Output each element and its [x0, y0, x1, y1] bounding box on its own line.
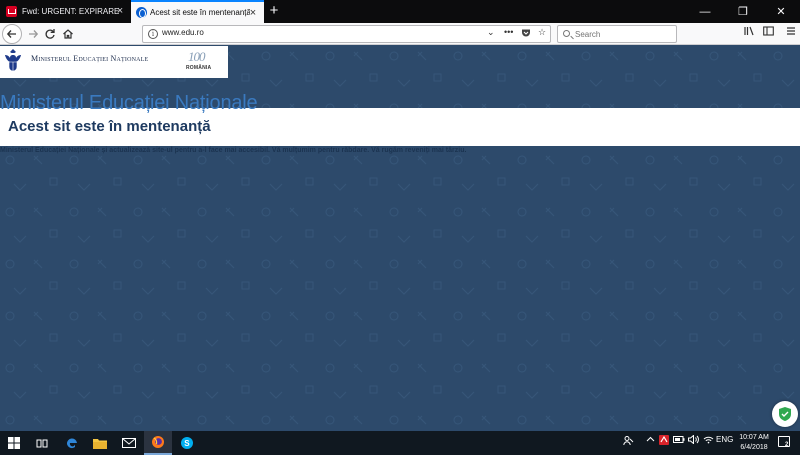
chevron-up-icon[interactable]	[646, 435, 655, 446]
antivirus-icon[interactable]	[659, 435, 669, 447]
arrow-right-icon	[29, 30, 39, 38]
info-icon[interactable]: i	[148, 29, 158, 39]
skype-icon: S	[181, 437, 193, 449]
folder-icon	[93, 438, 107, 449]
tab-strip: Fwd: URGENT: EXPIRARE PERIC × Acest sit …	[0, 0, 800, 23]
volume-icon[interactable]	[688, 434, 699, 446]
pocket-icon[interactable]	[521, 28, 531, 40]
shield-icon	[779, 407, 791, 421]
edge-browser-button[interactable]	[57, 431, 85, 455]
reload-icon	[45, 29, 55, 39]
arrow-left-icon	[6, 30, 16, 38]
ministry-logo-text: Ministerul Educației Naționale	[31, 54, 149, 63]
window-controls: — ❐ ✕	[686, 0, 800, 23]
sidebar-icon[interactable]	[763, 26, 774, 39]
envelope-icon	[122, 438, 136, 448]
file-explorer-button[interactable]	[86, 431, 114, 455]
bookmark-star-icon[interactable]: ☆	[538, 27, 546, 38]
skype-button[interactable]: S	[173, 431, 201, 455]
tab-email-close-icon[interactable]: ×	[114, 5, 126, 17]
reload-button[interactable]	[40, 24, 60, 44]
romania-crest-icon	[5, 49, 21, 72]
windows-taskbar: S ENG 10:07 AM 6/4/2018 2	[0, 431, 800, 455]
restore-button[interactable]: ❐	[724, 0, 762, 23]
edge-icon	[66, 437, 77, 448]
svg-text:S: S	[184, 439, 190, 448]
hamburger-menu-icon[interactable]	[786, 26, 796, 39]
tab-email[interactable]: Fwd: URGENT: EXPIRARE PERIC ×	[0, 0, 131, 23]
security-shield-button[interactable]	[772, 401, 798, 427]
centenar-number: 100	[188, 49, 205, 64]
clock-time: 10:07 AM	[739, 434, 769, 441]
page-actions-icon[interactable]: •••	[504, 27, 513, 37]
search-input[interactable]	[575, 28, 670, 40]
battery-icon[interactable]	[673, 435, 685, 446]
search-icon	[563, 30, 570, 37]
back-button[interactable]	[2, 24, 22, 44]
notification-count: 2	[785, 442, 789, 448]
mail-icon	[6, 6, 17, 17]
url-text[interactable]: www.edu.ro	[162, 28, 204, 37]
clock-date: 6/4/2018	[740, 444, 768, 451]
language-indicator[interactable]: ENG	[716, 435, 733, 444]
start-button[interactable]	[0, 431, 28, 455]
centenar-logo: 100 ROMÂNIA	[185, 49, 217, 75]
tab-email-title: Fwd: URGENT: EXPIRARE PERIC	[22, 7, 122, 16]
maintenance-message: Ministerul Educației Naționale și actual…	[0, 147, 467, 154]
search-bar[interactable]	[557, 25, 677, 43]
system-clock[interactable]: 10:07 AM 6/4/2018	[736, 433, 772, 453]
tab-edu[interactable]: Acest sit este în mentenanță | M ×	[131, 0, 264, 23]
library-icon[interactable]	[744, 26, 755, 39]
address-bar[interactable]: i www.edu.ro ⌄ ••• ☆	[142, 25, 551, 43]
people-icon[interactable]	[623, 435, 634, 448]
wifi-icon[interactable]	[703, 435, 714, 446]
task-view-button[interactable]	[28, 431, 56, 455]
minimize-button[interactable]: —	[686, 0, 724, 23]
page-content: Ministerul Educației Naționale 100 ROMÂN…	[0, 46, 800, 431]
windows-logo-icon	[8, 437, 20, 449]
site-title: Ministerul Educației Naționale	[0, 92, 258, 114]
firefox-taskbar-button[interactable]	[144, 431, 172, 455]
mail-app-button[interactable]	[115, 431, 143, 455]
home-icon	[63, 29, 73, 39]
chevron-down-icon[interactable]: ⌄	[487, 27, 495, 38]
notification-center-icon[interactable]: 2	[778, 436, 790, 448]
close-window-button[interactable]: ✕	[762, 0, 800, 23]
site-favicon-icon	[136, 7, 147, 18]
tab-edu-title: Acest sit este în mentenanță | M	[150, 8, 250, 17]
task-view-icon	[36, 439, 48, 447]
new-tab-button[interactable]: +	[265, 2, 283, 20]
tab-edu-close-icon[interactable]: ×	[247, 7, 259, 19]
maintenance-heading: Acest sit este în mentenanță	[8, 118, 211, 135]
ministry-logo[interactable]: Ministerul Educației Naționale 100 ROMÂN…	[0, 46, 228, 78]
home-button[interactable]	[58, 24, 78, 44]
navigation-toolbar: i www.edu.ro ⌄ ••• ☆	[0, 23, 800, 45]
centenar-label: ROMÂNIA	[186, 65, 212, 71]
firefox-icon	[152, 436, 164, 448]
